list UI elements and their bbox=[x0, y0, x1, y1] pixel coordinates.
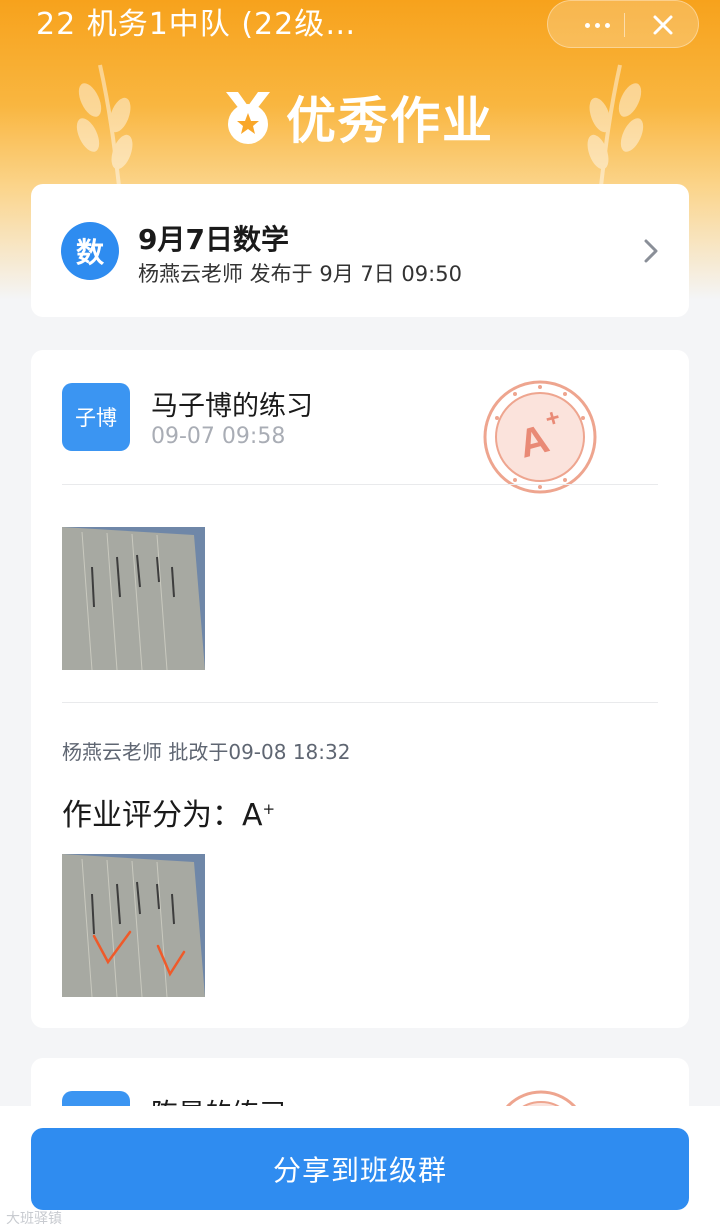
window-title: 22 机务1中队 (22级… bbox=[36, 7, 357, 42]
student-avatar: 子博 bbox=[62, 383, 130, 451]
divider bbox=[62, 702, 658, 703]
bottom-bar: 分享到班级群 bbox=[0, 1106, 720, 1230]
mini-program-capsule bbox=[547, 0, 699, 48]
submission-title: 马子博的练习 bbox=[151, 391, 313, 422]
divider bbox=[62, 484, 658, 485]
watermark: 大班驿镇 bbox=[6, 1211, 62, 1227]
chevron-right-icon[interactable] bbox=[639, 236, 663, 266]
corrected-homework-photo[interactable] bbox=[62, 854, 205, 997]
subject-badge: 数 bbox=[61, 222, 119, 280]
grader-label: 杨燕云老师 批改于 bbox=[62, 740, 229, 764]
share-to-class-group-button[interactable]: 分享到班级群 bbox=[31, 1128, 689, 1210]
grade-value: A bbox=[242, 798, 263, 833]
homework-photo[interactable] bbox=[62, 527, 205, 670]
more-dots-icon[interactable] bbox=[572, 1, 622, 49]
homework-info-card[interactable]: 数 9月7日数学 杨燕云老师 发布于 9月 7日 09:50 bbox=[31, 184, 689, 317]
capsule-divider bbox=[624, 13, 625, 37]
homework-title: 9月7日数学 bbox=[138, 223, 289, 256]
grade-plus: + bbox=[262, 800, 276, 818]
homework-meta: 杨燕云老师 发布于 9月 7日 09:50 bbox=[138, 262, 462, 286]
grading-info: 杨燕云老师 批改于09-08 18:32 bbox=[62, 736, 350, 765]
submission-card: 子博 马子博的练习 09-07 09:58 A + 杨燕云老师 批改于09-08… bbox=[31, 350, 689, 1028]
banner-title: 优秀作业 bbox=[286, 92, 494, 150]
graded-time: 09-08 18:32 bbox=[228, 740, 351, 764]
submission-time: 09-07 09:58 bbox=[151, 424, 286, 449]
close-icon[interactable] bbox=[638, 1, 688, 49]
wheat-left-icon bbox=[76, 64, 133, 196]
banner-brand: 优秀作业 bbox=[220, 86, 494, 150]
grade-label: 作业评分为： bbox=[62, 798, 242, 833]
grade-result: 作业评分为：A+ bbox=[62, 790, 275, 834]
wheat-right-icon bbox=[587, 64, 644, 196]
medal-star-icon bbox=[226, 92, 270, 144]
grade-stamp-icon: A + bbox=[483, 380, 597, 494]
title-bar: 22 机务1中队 (22级… bbox=[0, 0, 720, 50]
